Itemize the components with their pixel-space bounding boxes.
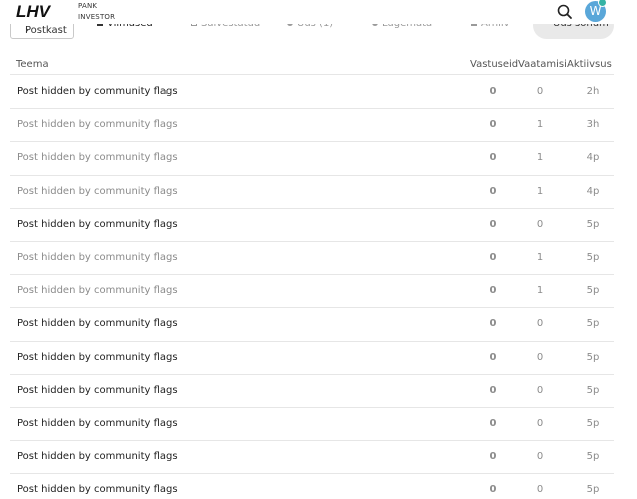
view-count: 0 [536, 218, 544, 230]
topic-title[interactable]: Post hidden by community flags [17, 451, 178, 462]
chevron-right-icon: › [25, 25, 29, 36]
view-count: 1 [536, 251, 544, 263]
topic-title[interactable]: Post hidden by community flags [17, 352, 178, 363]
site-header: LHV PANK INVESTOR W [0, 0, 637, 24]
view-count: 0 [536, 86, 544, 97]
topic-row[interactable]: Post hidden by community flags 0 1 5p [10, 275, 614, 309]
topic-row[interactable]: Post hidden by community flags 0 0 5p [10, 474, 614, 499]
topic-title[interactable]: Post hidden by community flags [17, 484, 178, 495]
topic-title[interactable]: Post hidden by community flags [17, 252, 178, 263]
lhv-logo[interactable]: LHV [16, 2, 62, 19]
activity-time[interactable]: 5p [583, 352, 603, 363]
logo-sub-investor: INVESTOR [78, 13, 116, 21]
topic-title[interactable]: Post hidden by community flags [17, 119, 178, 130]
reply-count: 0 [489, 318, 497, 330]
view-count: 1 [536, 119, 544, 131]
view-count: 0 [536, 417, 544, 429]
topic-title[interactable]: Post hidden by community flags [17, 285, 178, 296]
notification-badge[interactable] [598, 0, 607, 7]
column-replies[interactable]: Vastuseid [470, 59, 518, 70]
topic-list: Post hidden by community flags 0 0 2h Po… [10, 76, 614, 499]
view-count: 1 [536, 185, 544, 197]
topic-title[interactable]: Post hidden by community flags [17, 152, 178, 163]
reply-count: 0 [489, 152, 497, 164]
column-topic[interactable]: Teema [16, 59, 49, 70]
topic-list-header: Teema Vastuseid Vaatamisi Aktiivsus [10, 55, 614, 75]
view-count: 0 [536, 451, 544, 463]
reply-count: 0 [489, 351, 497, 363]
reply-count: 0 [489, 251, 497, 263]
reply-count: 0 [489, 417, 497, 429]
activity-time[interactable]: 5p [583, 418, 603, 429]
topic-row[interactable]: Post hidden by community flags 0 0 2h [10, 76, 614, 110]
activity-time[interactable]: 5p [583, 219, 603, 230]
search-button[interactable] [555, 2, 575, 22]
reply-count: 0 [489, 185, 497, 197]
topic-row[interactable]: Post hidden by community flags 0 0 5p [10, 308, 614, 342]
topic-row[interactable]: Post hidden by community flags 0 0 5p [10, 209, 614, 242]
column-views[interactable]: Vaatamisi [518, 59, 567, 70]
view-count: 0 [536, 351, 544, 363]
topic-title[interactable]: Post hidden by community flags [17, 219, 178, 230]
logo-text: LHV [16, 2, 52, 19]
reply-count: 0 [489, 451, 497, 463]
reply-count: 0 [489, 285, 497, 297]
activity-time[interactable]: 5p [583, 451, 603, 462]
activity-time[interactable]: 4p [583, 152, 603, 163]
activity-time[interactable]: 5p [583, 252, 603, 263]
activity-time[interactable]: 5p [583, 385, 603, 396]
topic-row[interactable]: Post hidden by community flags 0 0 5p [10, 408, 614, 442]
inbox-label: Postkast [25, 25, 67, 36]
reply-count: 0 [489, 218, 497, 230]
activity-time[interactable]: 5p [583, 484, 603, 495]
reply-count: 0 [489, 384, 497, 396]
topic-row[interactable]: Post hidden by community flags 0 0 5p [10, 441, 614, 475]
topic-row[interactable]: Post hidden by community flags 0 1 5p [10, 242, 614, 276]
topic-row[interactable]: Post hidden by community flags 0 1 3h [10, 109, 614, 143]
topic-row[interactable]: Post hidden by community flags 0 0 5p [10, 375, 614, 408]
logo-sub-pank: PANK [78, 2, 98, 10]
view-count: 1 [536, 152, 544, 164]
topic-title[interactable]: Post hidden by community flags [17, 418, 178, 429]
activity-time[interactable]: 5p [583, 285, 603, 296]
topic-row[interactable]: Post hidden by community flags 0 0 5p [10, 342, 614, 375]
unread-indicator-icon [164, 90, 168, 94]
topic-title[interactable]: Post hidden by community flags [17, 318, 178, 329]
view-count: 1 [536, 285, 544, 297]
view-count: 0 [536, 384, 544, 396]
reply-count: 0 [489, 119, 497, 131]
column-activity[interactable]: Aktiivsus [567, 59, 612, 70]
search-icon [557, 4, 572, 19]
activity-time[interactable]: 3h [583, 119, 603, 130]
topic-title[interactable]: Post hidden by community flags [17, 186, 178, 197]
view-count: 0 [536, 318, 544, 330]
activity-time[interactable]: 5p [583, 318, 603, 329]
topic-title[interactable]: Post hidden by community flags [17, 385, 178, 396]
activity-time[interactable]: 4p [583, 186, 603, 197]
topic-row[interactable]: Post hidden by community flags 0 1 4p [10, 176, 614, 209]
view-count: 0 [536, 484, 544, 496]
reply-count: 0 [489, 86, 497, 97]
topic-row[interactable]: Post hidden by community flags 0 1 4p [10, 142, 614, 176]
activity-time[interactable]: 2h [583, 86, 603, 97]
reply-count: 0 [489, 484, 497, 496]
topic-title[interactable]: Post hidden by community flags [17, 86, 178, 97]
